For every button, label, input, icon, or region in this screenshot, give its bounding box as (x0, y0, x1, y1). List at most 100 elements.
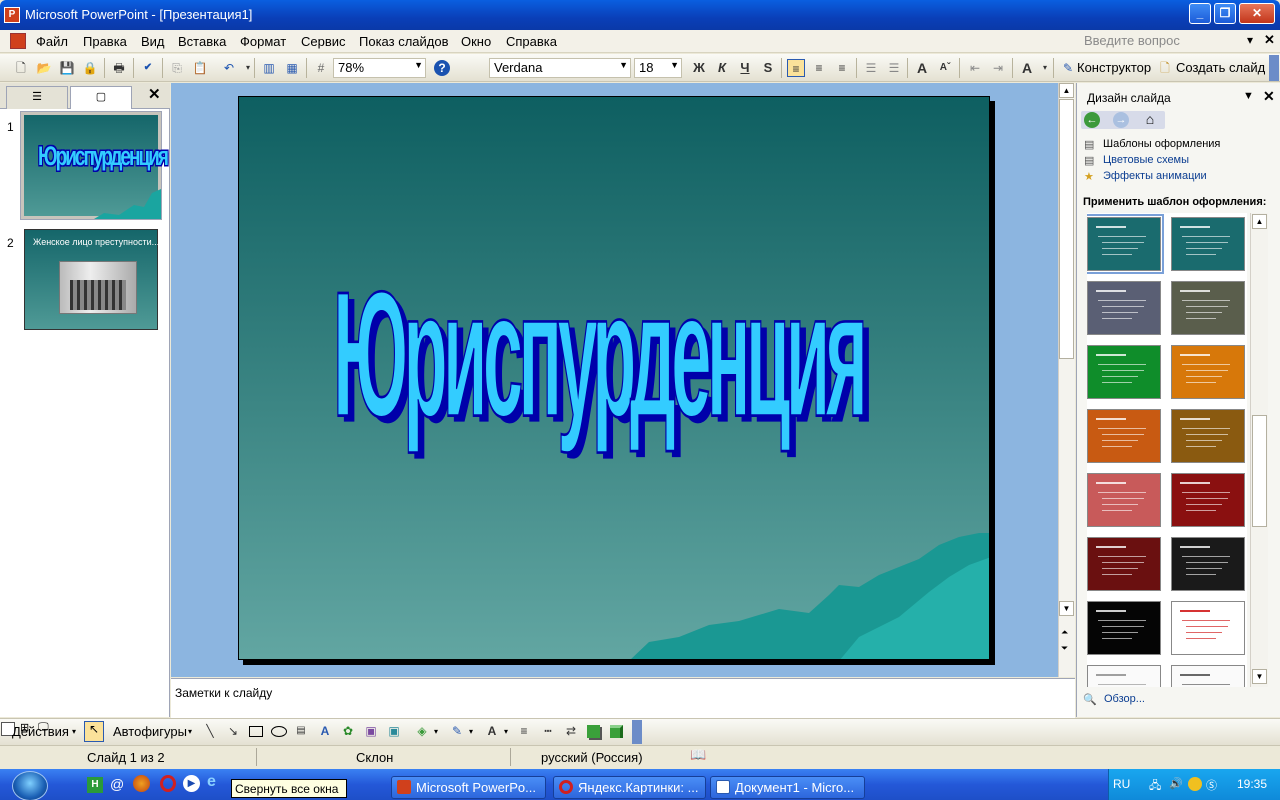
scroll-down-icon[interactable]: ▼ (1252, 669, 1267, 684)
menu-file[interactable]: Файл (36, 34, 68, 49)
font-size-combobox[interactable]: 18 ▼ (634, 58, 682, 78)
numbering-icon[interactable]: ☰ (862, 59, 880, 77)
3d-style-icon[interactable] (610, 725, 623, 738)
save-icon[interactable]: 💾 (58, 59, 76, 77)
dash-style-icon[interactable]: ┅ (539, 722, 557, 740)
font-color-button[interactable]: A (1018, 59, 1036, 77)
underline-button[interactable]: Ч (736, 59, 754, 77)
shadow-style-icon[interactable] (587, 725, 600, 738)
spelling-icon[interactable]: ✔ (139, 59, 157, 77)
minimize-button[interactable]: _ (1189, 3, 1211, 24)
shadow-button[interactable]: S (759, 59, 777, 77)
link-color-schemes[interactable]: Цветовые схемы (1103, 154, 1189, 166)
ask-question-input[interactable]: Введите вопрос (1080, 33, 1250, 50)
design-template-thumbnail[interactable] (1171, 665, 1245, 687)
print-icon[interactable]: 🖶 (110, 59, 128, 77)
undo-icon[interactable]: ↶ (220, 59, 238, 77)
line-color-icon[interactable]: ✎ (448, 722, 466, 740)
messenger-icon[interactable] (1188, 777, 1202, 791)
design-template-thumbnail[interactable] (1087, 537, 1161, 591)
clip-art-icon[interactable]: ▣ (362, 722, 380, 740)
start-button[interactable] (12, 771, 48, 800)
network-icon[interactable]: 🖧 (1149, 777, 1161, 796)
shrink-font-icon[interactable]: Aˇ (936, 59, 954, 77)
design-template-thumbnail[interactable] (1171, 281, 1245, 335)
clock[interactable]: 19:35 (1237, 777, 1267, 791)
toolbar-options-icon[interactable] (1269, 55, 1279, 81)
task-pane-menu-icon[interactable]: ▼ (1243, 90, 1254, 102)
copy-icon[interactable]: ⎘ (168, 59, 186, 77)
design-template-thumbnail[interactable] (1087, 665, 1161, 687)
menu-format[interactable]: Формат (240, 34, 286, 49)
align-center-icon[interactable]: ≡ (810, 59, 828, 77)
spelling-status-icon[interactable]: 📖 (690, 747, 706, 763)
ask-dropdown-icon[interactable]: ▾ (1247, 33, 1253, 47)
slide-thumbnail-2[interactable]: Женское лицо преступности... (24, 229, 159, 330)
insert-chart-icon[interactable]: ▥ (260, 59, 278, 77)
design-template-thumbnail[interactable] (1087, 214, 1164, 274)
menu-slideshow[interactable]: Показ слайдов (359, 34, 449, 49)
taskbar-button-powerpoint[interactable]: Microsoft PowerPo... (391, 776, 546, 799)
align-right-icon[interactable]: ≡ (833, 59, 851, 77)
align-left-icon[interactable]: ≡ (787, 59, 805, 77)
scroll-thumb[interactable] (1252, 415, 1267, 527)
menu-view[interactable]: Вид (141, 34, 165, 49)
bullets-icon[interactable]: ☰ (885, 59, 903, 77)
menu-insert[interactable]: Вставка (178, 34, 226, 49)
font-color-icon[interactable]: A (483, 722, 501, 740)
show-grid-icon[interactable]: # (312, 59, 330, 77)
quicklaunch-icon[interactable]: H (87, 777, 103, 793)
zoom-combobox[interactable]: 78% ▼ (333, 58, 426, 78)
close-button[interactable]: ✕ (1239, 3, 1275, 24)
design-template-thumbnail[interactable] (1171, 537, 1245, 591)
oval-icon[interactable] (271, 726, 287, 737)
slide-canvas[interactable]: Юриспурденция Юриспурденция (238, 96, 990, 660)
arrow-icon[interactable]: ↘ (224, 722, 242, 740)
design-template-thumbnail[interactable] (1087, 409, 1161, 463)
design-template-thumbnail[interactable] (1087, 601, 1161, 655)
firefox-icon[interactable] (133, 775, 150, 792)
design-template-thumbnail[interactable] (1171, 345, 1245, 399)
scroll-up-icon[interactable]: ▲ (1252, 214, 1267, 229)
design-template-thumbnail[interactable] (1087, 281, 1161, 335)
internet-explorer-icon[interactable]: e (207, 773, 216, 791)
help-icon[interactable]: ? (434, 60, 450, 76)
arrow-style-icon[interactable]: ⇄ (562, 722, 580, 740)
document-icon[interactable] (10, 33, 26, 49)
language-indicator[interactable]: RU (1113, 777, 1130, 791)
scroll-up-icon[interactable]: ▲ (1059, 83, 1074, 98)
notes-pane[interactable]: Заметки к слайду (171, 678, 1075, 718)
design-template-thumbnail[interactable] (1171, 473, 1245, 527)
decrease-indent-icon[interactable]: ⇤ (966, 59, 984, 77)
text-box-icon[interactable]: ▤ (292, 722, 310, 740)
link-animation-effects[interactable]: Эффекты анимации (1103, 170, 1207, 182)
increase-indent-icon[interactable]: ⇥ (989, 59, 1007, 77)
menu-tools[interactable]: Сервис (301, 34, 346, 49)
close-document-icon[interactable]: ✕ (1264, 32, 1275, 48)
font-color-dropdown-icon[interactable]: ▾ (1036, 59, 1054, 77)
select-objects-icon[interactable]: ↖ (84, 721, 104, 742)
wordart-title[interactable]: Юриспурденция (332, 254, 873, 455)
picture-icon[interactable]: ▣ (385, 722, 403, 740)
menu-help[interactable]: Справка (506, 34, 557, 49)
taskbar-button-word[interactable]: Документ1 - Micro... (710, 776, 865, 799)
grow-font-button[interactable]: A (913, 59, 931, 77)
slide-scrollbar[interactable]: ▲ ▼ ⏶ ⏷ (1058, 83, 1075, 677)
back-icon[interactable]: ← (1084, 112, 1100, 128)
scroll-thumb[interactable] (1059, 99, 1074, 359)
rectangle-icon[interactable] (249, 726, 263, 737)
design-template-thumbnail[interactable] (1171, 409, 1245, 463)
fill-color-icon[interactable]: ◈ (413, 722, 431, 740)
actions-menu[interactable]: Действия (12, 724, 69, 739)
link-design-templates[interactable]: Шаблоны оформления (1103, 138, 1220, 150)
italic-button[interactable]: К (713, 59, 731, 77)
open-folder-icon[interactable]: 📂 (35, 59, 53, 77)
line-style-icon[interactable]: ≡ (515, 722, 533, 740)
diagram-icon[interactable]: ✿ (339, 722, 357, 740)
browse-link[interactable]: Обзор... (1104, 693, 1145, 705)
next-slide-icon[interactable]: ⏷ (1061, 643, 1068, 654)
taskbar-button-yandex[interactable]: Яндекс.Картинки: ... (553, 776, 706, 799)
menu-window[interactable]: Окно (461, 34, 491, 49)
skype-icon[interactable]: Ⓢ (1206, 777, 1217, 793)
close-task-pane-icon[interactable]: ✕ (1263, 88, 1275, 105)
